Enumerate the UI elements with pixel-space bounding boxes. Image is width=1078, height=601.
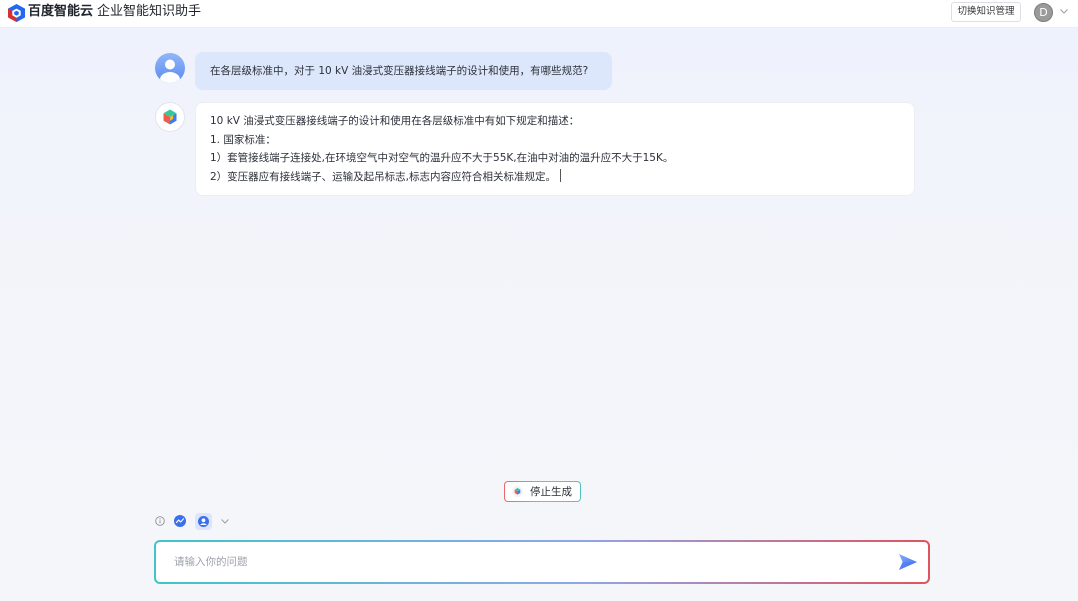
info-circle-icon[interactable]: [155, 516, 165, 526]
assistant-message-line: 1）套管接线端子连接处,在环境空气中对空气的温升应不大于55K,在油中对油的温升…: [210, 149, 900, 168]
top-header: 百度智能云 企业智能知识助手 切换知识管理 D: [0, 0, 1078, 28]
send-icon[interactable]: [899, 554, 917, 570]
user-message-bubble: 在各层级标准中，对于 10 kV 油浸式变压器接线端子的设计和使用，有哪些规范?: [195, 52, 612, 90]
account-avatar[interactable]: D: [1034, 3, 1053, 22]
question-input-box[interactable]: [154, 540, 930, 584]
switch-knowledge-management-button[interactable]: 切换知识管理: [951, 2, 1021, 22]
typing-cursor: [560, 168, 562, 182]
brand-name: 百度智能云: [28, 4, 94, 19]
stop-generating-button[interactable]: 停止生成: [504, 481, 581, 502]
stop-generating-label: 停止生成: [530, 486, 572, 498]
user-avatar: [155, 53, 185, 83]
assistant-logo-icon: [163, 109, 177, 125]
baidu-ai-cloud-logo-icon: [8, 4, 25, 22]
stop-generating-icon: [512, 486, 523, 497]
product-name: 企业智能知识助手: [97, 4, 202, 19]
assistant-message-bubble: 10 kV 油浸式变压器接线端子的设计和使用在各层级标准中有如下规定和描述： 1…: [195, 102, 915, 196]
user-avatar-icon: [155, 53, 185, 83]
assistant-line-text: 2）变压器应有接线端子、运输及起吊标志,标志内容应符合相关标准规定。: [210, 170, 557, 183]
knowledge-assistant-icon[interactable]: [195, 513, 212, 530]
trend-icon[interactable]: [174, 515, 186, 527]
assistant-message-line: 2）变压器应有接线端子、运输及起吊标志,标志内容应符合相关标准规定。: [210, 168, 900, 187]
assistant-line-text: 1. 国家标准：: [210, 133, 276, 146]
question-input[interactable]: [174, 542, 874, 582]
account-chevron-down-icon[interactable]: [1060, 9, 1068, 14]
assistant-avatar: [155, 102, 185, 132]
assistant-line-text: 1）套管接线端子连接处,在环境空气中对空气的温升应不大于55K,在油中对油的温升…: [210, 152, 674, 164]
assistant-line-text: 10 kV 油浸式变压器接线端子的设计和使用在各层级标准中有如下规定和描述：: [210, 115, 580, 127]
assistant-message-line: 1. 国家标准：: [210, 131, 900, 150]
toolbar-chevron-down-icon[interactable]: [221, 519, 229, 524]
assistant-message-line: 10 kV 油浸式变压器接线端子的设计和使用在各层级标准中有如下规定和描述：: [210, 112, 900, 131]
user-message-text: 在各层级标准中，对于 10 kV 油浸式变压器接线端子的设计和使用，有哪些规范?: [210, 65, 589, 77]
